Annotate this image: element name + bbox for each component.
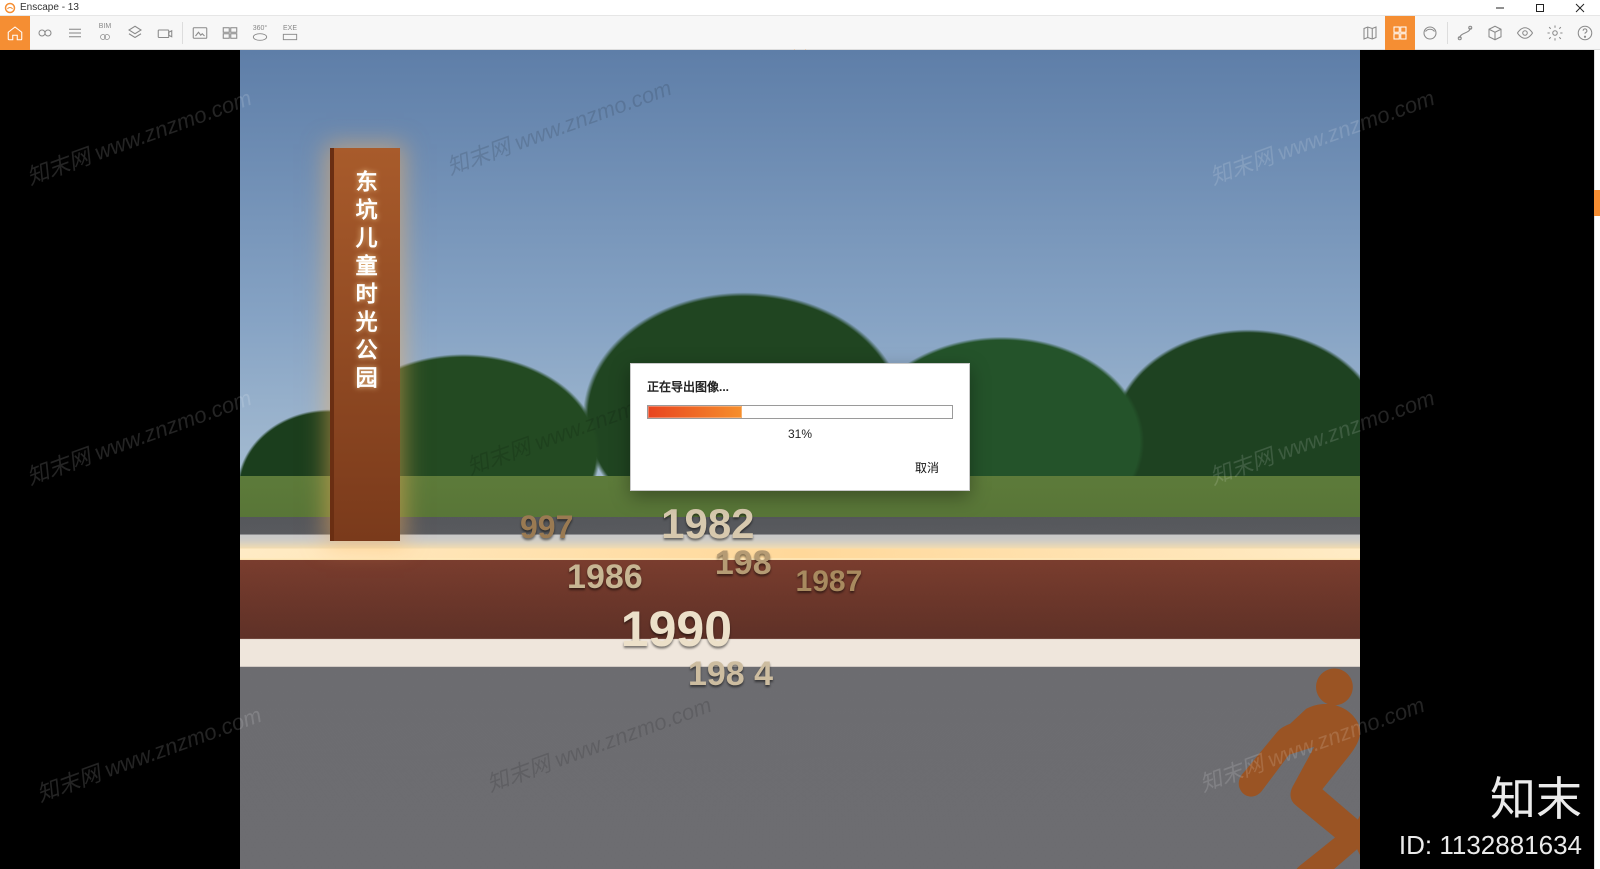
link-sync-button[interactable] [30,16,60,50]
view-mode-button[interactable] [1510,16,1540,50]
app-logo-icon [4,2,16,14]
home-button[interactable] [0,16,30,50]
toolbar-right-group [1355,16,1600,49]
export-exe-button[interactable]: EXE [275,16,305,50]
bim-info-button[interactable]: BIM [90,16,120,50]
window-controls [1480,0,1600,15]
brand-overlay: 知末 [1490,763,1582,829]
side-panel-stub [1594,50,1600,869]
upload-package-button[interactable] [1480,16,1510,50]
year-sculptures: 997 1982 1986 198 1987 1990 198 4 [486,500,1158,680]
minimize-button[interactable] [1480,0,1520,16]
perspective-views-button[interactable] [120,16,150,50]
toolbar-left-group: BIM 360° EXE [0,16,305,49]
monument-text: 东坑儿童时光公园 [349,170,381,394]
export-image-button[interactable] [185,16,215,50]
window-title: Enscape - 13 [20,2,79,13]
menu-button[interactable] [60,16,90,50]
export-360-button[interactable]: 360° [245,16,275,50]
render-viewport[interactable]: 东坑儿童时光公园 997 1982 1986 198 1987 1990 198… [0,50,1600,869]
toolbar-separator [182,22,183,44]
close-button[interactable] [1560,0,1600,16]
titlebar: Enscape - 13 [0,0,1600,16]
progress-percent-text: 31% [647,427,953,441]
maximize-button[interactable] [1520,0,1560,16]
year-text: 1987 [796,565,863,599]
bim-label: BIM [99,23,111,30]
side-panel-handle[interactable] [1594,190,1600,216]
asset-library-button[interactable] [1385,16,1415,50]
dialog-actions: 取消 [647,455,953,480]
progress-bar [648,406,742,418]
year-text: 198 [715,544,772,583]
year-text: 198 4 [688,655,773,694]
main-toolbar: BIM 360° EXE [0,16,1600,50]
label-360: 360° [253,25,267,32]
progress-track [647,405,953,419]
year-text: 997 [520,509,573,546]
dialog-title: 正在导出图像... [647,378,953,395]
watermark-text: 知末网 www.znzmo.com [22,380,256,491]
watermark-text: 知末网 www.znzmo.com [22,80,256,191]
settings-button[interactable] [1540,16,1570,50]
runner-silhouette-icon [1197,642,1360,869]
year-text: 1986 [567,558,643,597]
export-batch-button[interactable] [215,16,245,50]
materials-button[interactable] [1415,16,1445,50]
toolbar-separator [1447,22,1448,44]
watermark-text: 知末网 www.znzmo.com [32,697,266,808]
year-text: 1990 [621,600,732,658]
park-monument-sign: 东坑儿童时光公园 [330,148,400,541]
year-text: 1982 [661,500,754,548]
label-exe: EXE [283,25,297,32]
map-button[interactable] [1355,16,1385,50]
titlebar-left: Enscape - 13 [4,2,79,14]
help-button[interactable] [1570,16,1600,50]
video-path-button[interactable] [1450,16,1480,50]
export-progress-dialog: 正在导出图像... 31% 取消 [630,363,970,491]
cancel-button[interactable]: 取消 [901,455,953,480]
camera-button[interactable] [150,16,180,50]
brand-id-overlay: ID: 1132881634 [1399,830,1582,861]
